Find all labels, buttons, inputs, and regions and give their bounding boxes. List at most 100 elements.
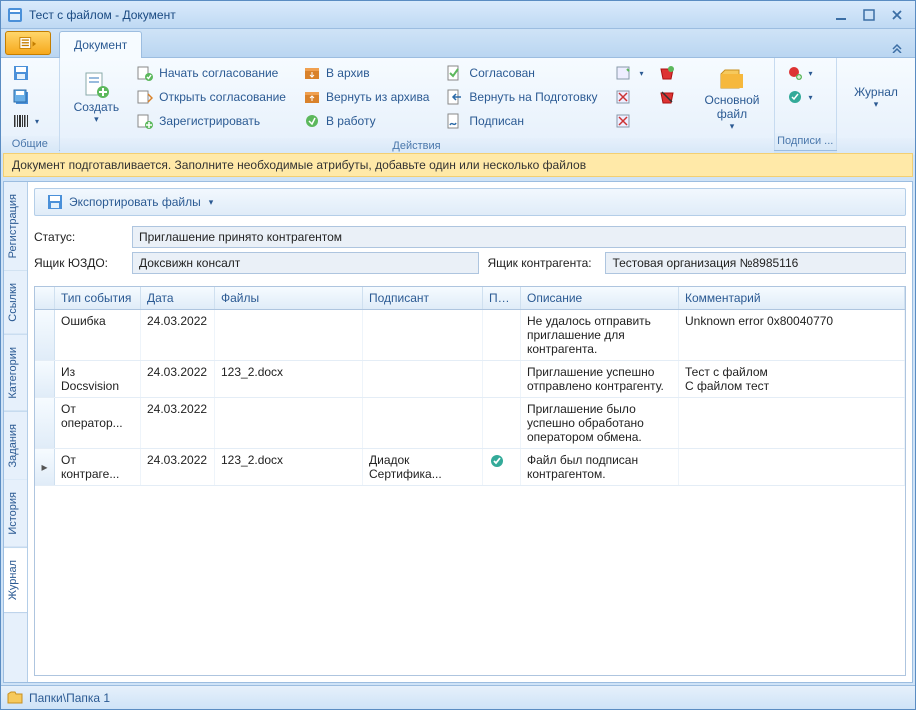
- journal-button[interactable]: Журнал ▾: [846, 62, 906, 134]
- table-row[interactable]: Из Docsvision24.03.2022123_2.docxПриглаш…: [35, 361, 905, 398]
- cell-desc: Не удалось отправить приглашение для кон…: [521, 310, 679, 360]
- export-files-button[interactable]: Экспортировать файлы ▾: [41, 192, 219, 212]
- to-archive-icon: [304, 65, 320, 81]
- signature-ok-icon: [489, 453, 505, 469]
- export-files-icon: [47, 194, 63, 210]
- info-bar: Документ подготавливается. Заполните нео…: [3, 153, 913, 177]
- side-tab-strip: Регистрация Ссылки Категории Задания Ист…: [4, 182, 28, 682]
- open-approval-button[interactable]: Открыть согласование: [131, 86, 292, 108]
- ribbon-group-journal: Журнал ▾: [837, 58, 915, 150]
- start-approval-button[interactable]: Начать согласование: [131, 62, 292, 84]
- save-button[interactable]: [7, 62, 45, 84]
- file-menu-button[interactable]: [5, 31, 51, 55]
- window: Тест с файлом - Документ Документ ▾ Общи…: [0, 0, 916, 710]
- tab-document[interactable]: Документ: [59, 31, 142, 58]
- cell: 24.03.2022: [141, 398, 215, 448]
- ribbon-group-signatures-label[interactable]: Подписи ...: [775, 133, 836, 150]
- row-marker: [35, 361, 55, 397]
- cell: От контраге...: [55, 449, 141, 485]
- action-ext4-button[interactable]: [653, 62, 687, 84]
- return-prepare-icon: [447, 89, 463, 105]
- box-label: Ящик ЮЗДО:: [34, 256, 132, 270]
- events-grid: Тип события Дата Файлы Подписант Про... …: [34, 286, 906, 676]
- chevron-down-icon: ▾: [730, 121, 735, 132]
- sign-add-button[interactable]: ▾: [781, 62, 819, 84]
- side-tab-history[interactable]: История: [4, 480, 27, 548]
- cell-comment: Тест с файлом С файлом тест: [679, 361, 905, 397]
- ribbon-group-actions: Создать ▾ Начать согласование Открыть со…: [60, 58, 775, 150]
- main-file-label: Основной файл: [704, 94, 759, 122]
- cell: 123_2.docx: [215, 361, 363, 397]
- start-approval-label: Начать согласование: [159, 66, 278, 80]
- minimize-button[interactable]: [829, 6, 853, 24]
- cell: От оператор...: [55, 398, 141, 448]
- register-button[interactable]: Зарегистрировать: [131, 110, 292, 132]
- folder-icon: [7, 690, 23, 706]
- header-pro[interactable]: Про...: [483, 287, 521, 309]
- create-label: Создать: [74, 101, 120, 115]
- barcode-icon: [13, 113, 29, 129]
- cell: 24.03.2022: [141, 310, 215, 360]
- return-prepare-button[interactable]: Вернуть на Подготовку: [441, 86, 603, 108]
- barcode-button[interactable]: ▾: [7, 110, 45, 132]
- cell: 123_2.docx: [215, 449, 363, 485]
- main-file-button[interactable]: Основной файл ▾: [696, 62, 767, 134]
- header-type[interactable]: Тип события: [55, 287, 141, 309]
- to-archive-label: В архив: [326, 66, 370, 80]
- app-icon: [7, 7, 23, 23]
- side-tab-registration[interactable]: Регистрация: [4, 182, 27, 271]
- start-approval-icon: [137, 65, 153, 81]
- from-archive-button[interactable]: Вернуть из архива: [298, 86, 435, 108]
- create-button[interactable]: Создать ▾: [66, 62, 128, 134]
- side-tab-journal[interactable]: Журнал: [4, 548, 27, 613]
- cell-desc: Приглашение было успешно обработано опер…: [521, 398, 679, 448]
- to-work-button[interactable]: В работу: [298, 110, 435, 132]
- counter-box-field[interactable]: Тестовая организация №8985116: [605, 252, 906, 274]
- title-bar: Тест с файлом - Документ: [1, 1, 915, 29]
- header-comment[interactable]: Комментарий: [679, 287, 905, 309]
- action-ext3-button[interactable]: [609, 110, 649, 132]
- header-date[interactable]: Дата: [141, 287, 215, 309]
- table-row[interactable]: ▸От контраге...24.03.2022123_2.docxДиадо…: [35, 449, 905, 486]
- open-approval-label: Открыть согласование: [159, 90, 286, 104]
- close-button[interactable]: [885, 6, 909, 24]
- action-ext4-icon: [659, 65, 675, 81]
- signed-button[interactable]: Подписан: [441, 110, 603, 132]
- ribbon-collapse-button[interactable]: [887, 39, 907, 57]
- save-copy-button[interactable]: [7, 86, 45, 108]
- window-title: Тест с файлом - Документ: [29, 8, 825, 22]
- cell: [363, 398, 483, 448]
- box-field[interactable]: Доксвижн консалт: [132, 252, 479, 274]
- counter-box-label: Ящик контрагента:: [487, 256, 605, 270]
- journal-label: Журнал: [854, 86, 898, 100]
- sign-check-button[interactable]: ▾: [781, 86, 819, 108]
- side-tab-links[interactable]: Ссылки: [4, 271, 27, 335]
- maximize-button[interactable]: [857, 6, 881, 24]
- status-field[interactable]: Приглашение принято контрагентом: [132, 226, 906, 248]
- row-marker: [35, 398, 55, 448]
- action-ext2-button[interactable]: [609, 86, 649, 108]
- table-row[interactable]: От оператор...24.03.2022 Приглашение было…: [35, 398, 905, 449]
- header-desc[interactable]: Описание: [521, 287, 679, 309]
- header-signer[interactable]: Подписант: [363, 287, 483, 309]
- content-toolbar: Экспортировать файлы ▾: [34, 188, 906, 216]
- ribbon: ▾ Общие Создать ▾ Начать согласование От…: [1, 57, 915, 151]
- action-ext5-button[interactable]: [653, 86, 687, 108]
- cell-desc: Приглашение успешно отправлено контраген…: [521, 361, 679, 397]
- header-files[interactable]: Файлы: [215, 287, 363, 309]
- chevron-down-icon: ▾: [874, 99, 879, 110]
- ribbon-group-common: ▾ Общие: [1, 58, 60, 150]
- approved-button[interactable]: Согласован: [441, 62, 603, 84]
- side-tab-categories[interactable]: Категории: [4, 335, 27, 412]
- from-archive-icon: [304, 89, 320, 105]
- side-tab-tasks[interactable]: Задания: [4, 412, 27, 480]
- grid-header: Тип события Дата Файлы Подписант Про... …: [35, 287, 905, 310]
- cell-pro: [483, 310, 521, 360]
- ribbon-group-signatures: ▾ ▾ Подписи ...: [775, 58, 837, 150]
- cell: 24.03.2022: [141, 361, 215, 397]
- table-row[interactable]: Ошибка24.03.2022Не удалось отправить при…: [35, 310, 905, 361]
- save-copy-icon: [13, 89, 29, 105]
- grid-body: Ошибка24.03.2022Не удалось отправить при…: [35, 310, 905, 675]
- to-archive-button[interactable]: В архив: [298, 62, 435, 84]
- action-ext1-button[interactable]: ▾: [609, 62, 649, 84]
